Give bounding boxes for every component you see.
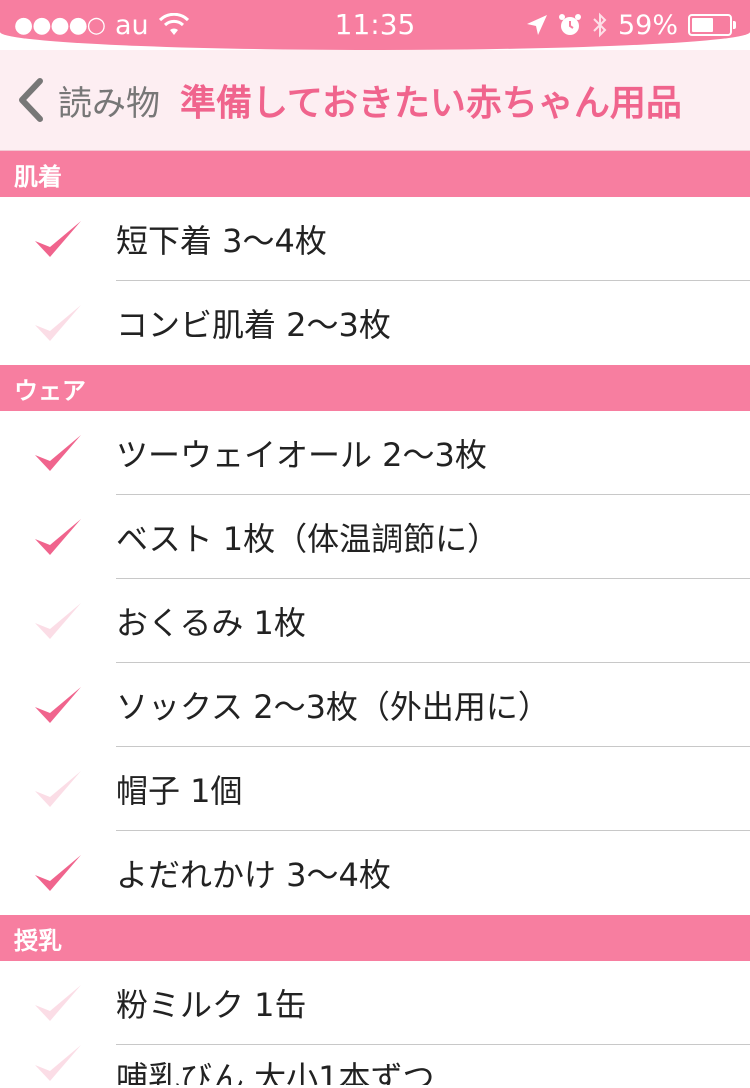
checklist-item[interactable]: よだれかけ 3〜4枚 — [0, 831, 750, 915]
chevron-left-icon — [19, 78, 43, 122]
back-label: 読み物 — [58, 83, 160, 124]
checklist-item-label: 帽子 1個 — [116, 772, 243, 810]
page-title: 準備しておきたい赤ちゃん用品 — [180, 83, 682, 124]
checkmark-unchecked-icon[interactable] — [0, 1045, 116, 1085]
status-time: 11:35 — [334, 8, 416, 41]
section-header: ウェア — [0, 365, 750, 411]
checkmark-unchecked-icon[interactable] — [0, 981, 116, 1025]
checklist-item-label: ベスト 1枚（体温調節に） — [116, 520, 500, 558]
checklist-item-label: おくるみ 1枚 — [116, 604, 306, 642]
checklist-item-label: ソックス 2〜3枚（外出用に） — [116, 688, 550, 726]
checklist: 肌着短下着 3〜4枚コンビ肌着 2〜3枚ウェアツーウェイオール 2〜3枚 ベスト … — [0, 151, 750, 1085]
checkmark-checked-icon[interactable] — [0, 515, 116, 559]
checkmark-checked-icon[interactable] — [0, 851, 116, 895]
checklist-item-label: ツーウェイオール 2〜3枚 — [116, 436, 487, 474]
checkmark-unchecked-icon[interactable] — [0, 301, 116, 345]
section-header: 肌着 — [0, 151, 750, 197]
checklist-item-label: コンビ肌着 2〜3枚 — [116, 306, 391, 344]
navigation-bar: 読み物 準備しておきたい赤ちゃん用品 — [0, 50, 750, 151]
checklist-item[interactable]: 哺乳びん 大小1本ずつ — [0, 1045, 750, 1085]
checklist-item[interactable]: 粉ミルク 1缶 — [0, 961, 750, 1045]
back-button[interactable]: 読み物 — [14, 75, 160, 125]
checkmark-checked-icon[interactable] — [0, 683, 116, 727]
checklist-item[interactable]: ツーウェイオール 2〜3枚 — [0, 411, 750, 495]
checklist-item[interactable]: 短下着 3〜4枚 — [0, 197, 750, 281]
checkmark-unchecked-icon[interactable] — [0, 767, 116, 811]
checklist-item[interactable]: おくるみ 1枚 — [0, 579, 750, 663]
checklist-item[interactable]: ベスト 1枚（体温調節に） — [0, 495, 750, 579]
section-header: 授乳 — [0, 915, 750, 961]
checkmark-unchecked-icon[interactable] — [0, 599, 116, 643]
checklist-item[interactable]: コンビ肌着 2〜3枚 — [0, 281, 750, 365]
checklist-item[interactable]: 帽子 1個 — [0, 747, 750, 831]
checklist-item-label: よだれかけ 3〜4枚 — [116, 856, 391, 894]
checkmark-checked-icon[interactable] — [0, 217, 116, 261]
checklist-item-label: 哺乳びん 大小1本ずつ — [116, 1059, 435, 1085]
checklist-item[interactable]: ソックス 2〜3枚（外出用に） — [0, 663, 750, 747]
checklist-item-label: 短下着 3〜4枚 — [116, 222, 327, 260]
checkmark-checked-icon[interactable] — [0, 431, 116, 475]
status-bar: ●●●●○ au 11:35 59% — [0, 0, 750, 50]
checklist-item-label: 粉ミルク 1缶 — [116, 986, 307, 1024]
